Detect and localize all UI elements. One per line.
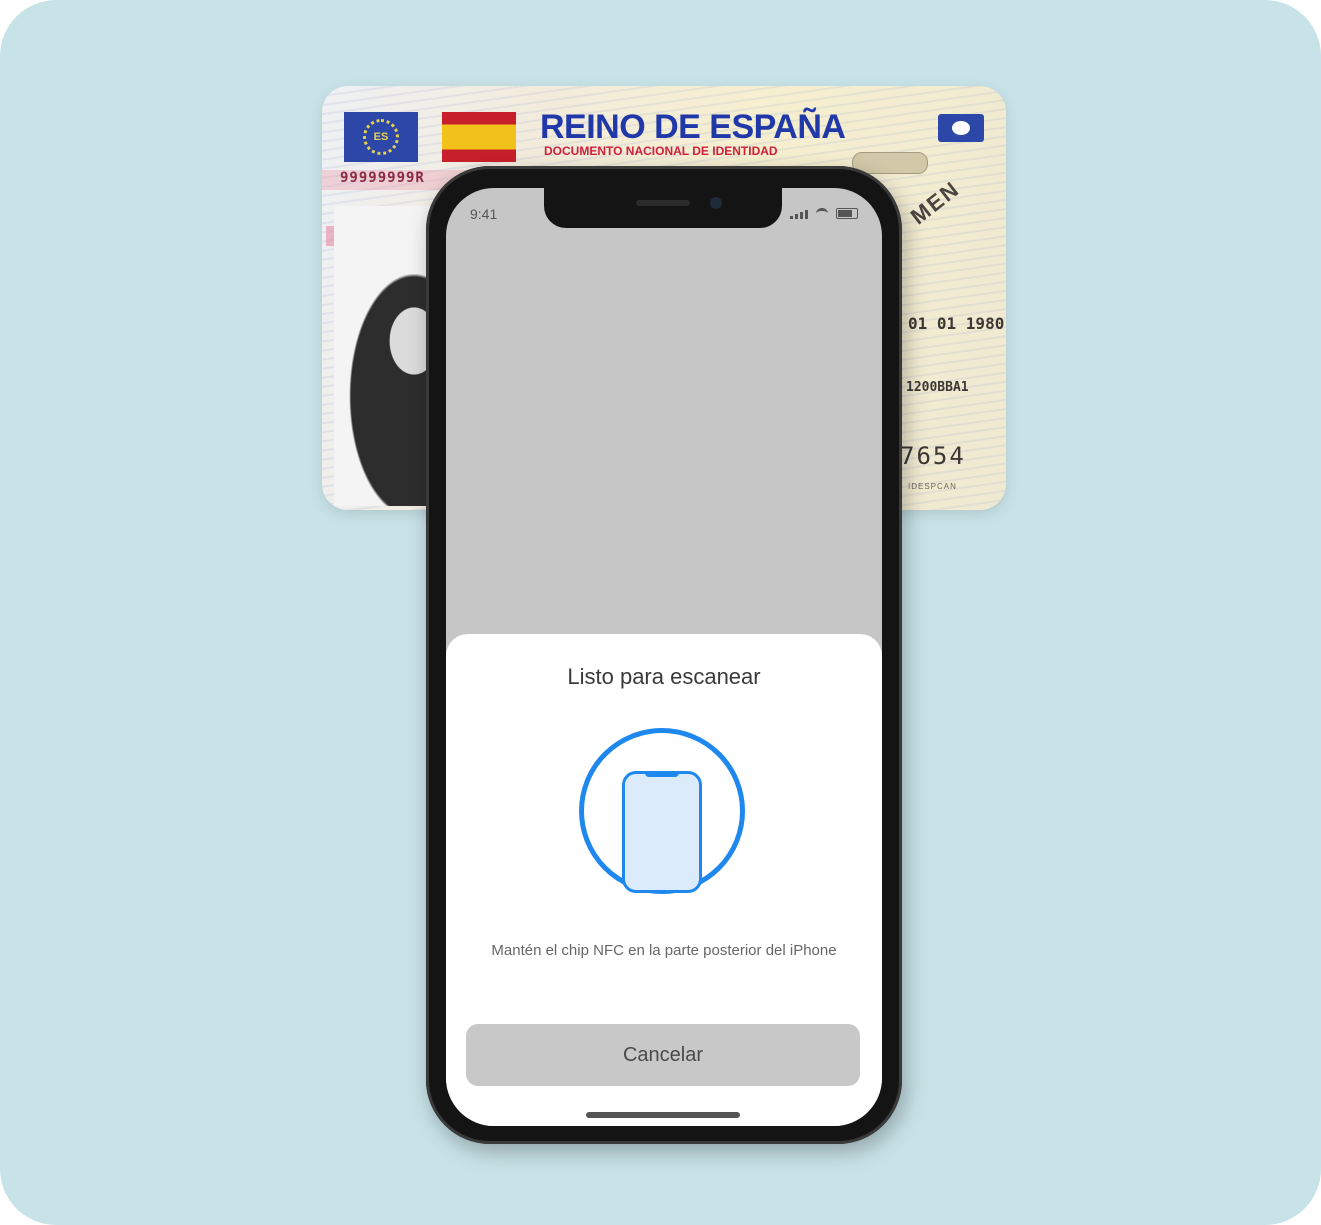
status-time: 9:41 (470, 206, 498, 222)
card-title: REINO DE ESPAÑA (540, 108, 846, 146)
phone-icon-notch (645, 771, 679, 777)
sheet-message: Mantén el chip NFC en la parte posterior… (491, 942, 837, 959)
phone-notch (544, 188, 782, 228)
phone-screen: 9:41 Listo para escanear Mantén el chip … (446, 188, 882, 1126)
card-small-print: IDESPCAN (908, 482, 957, 491)
card-date: 01 01 1980 (908, 314, 1005, 333)
front-camera-icon (710, 197, 722, 209)
phone-frame: 9:41 Listo para escanear Mantén el chip … (426, 166, 902, 1144)
status-icons (790, 208, 858, 219)
card-can-number: 7654 (900, 442, 966, 470)
wifi-icon (816, 208, 828, 219)
cancel-button[interactable]: Cancelar (466, 1024, 860, 1086)
eu-stars-icon: ES (363, 119, 399, 155)
illustration-background: ES REINO DE ESPAÑA DOCUMENTO NACIONAL DE… (0, 0, 1321, 1225)
contactless-icon (938, 114, 984, 142)
card-specimen-text: MEN (905, 175, 965, 230)
card-number: 99999999R (340, 170, 425, 186)
signal-icon (790, 209, 808, 219)
spain-flag-icon (442, 112, 516, 162)
sheet-title: Listo para escanear (567, 664, 761, 689)
home-indicator[interactable] (586, 1112, 740, 1118)
phone-icon (622, 771, 702, 893)
eu-country-code: ES (373, 131, 389, 143)
speaker-grille (636, 200, 690, 206)
nfc-scan-sheet: Listo para escanear Mantén el chip NFC e… (446, 634, 882, 1126)
card-subtitle: DOCUMENTO NACIONAL DE IDENTIDAD (544, 144, 778, 158)
battery-icon (836, 208, 858, 219)
nfc-scan-icon (579, 728, 745, 894)
eu-flag-icon: ES (344, 112, 418, 162)
card-code: 1200BBA1 (906, 380, 969, 395)
